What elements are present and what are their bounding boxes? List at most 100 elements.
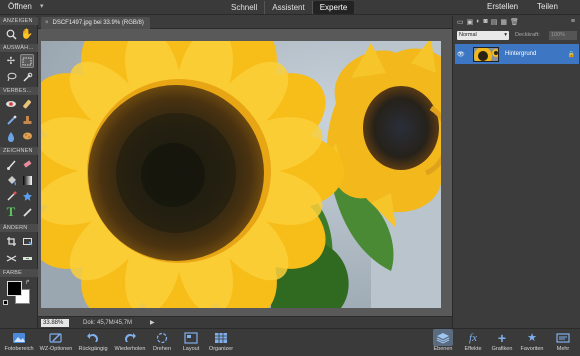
adjustment-layer-icon[interactable]: ◐ <box>476 18 480 25</box>
marquee-tool-icon[interactable] <box>20 54 34 68</box>
document-tab[interactable]: × DSCF1497.jpg bei 33.9% (RGB/8) <box>41 17 150 29</box>
default-colors-icon[interactable] <box>3 300 8 305</box>
tool-options-icon <box>46 329 66 346</box>
zoom-level-field[interactable]: 33.88% <box>41 319 69 327</box>
layer-mask-icon[interactable]: ◙ <box>483 18 487 25</box>
lasso-tool-icon[interactable] <box>4 70 18 84</box>
mode-quick[interactable]: Schnell <box>224 1 266 14</box>
delete-layer-icon[interactable]: 🗑 <box>510 18 519 26</box>
pencil-tool-icon[interactable] <box>20 205 34 219</box>
redo-icon <box>120 329 140 346</box>
document-tab-bar: × DSCF1497.jpg bei 33.9% (RGB/8) <box>38 16 452 29</box>
foreground-color-swatch[interactable] <box>7 281 22 296</box>
layers-label: Ebenen <box>433 346 453 352</box>
content-aware-move-tool-icon[interactable] <box>4 251 18 265</box>
star-icon: ★ <box>527 332 537 344</box>
type-tool-icon[interactable]: T <box>4 204 18 219</box>
layers-toolbar: ▭ ▣ ◐ ◙ ▤ ▦ 🗑 ≡ <box>453 16 580 27</box>
document-size-info: Dok: 45,7M/45,7M <box>83 320 133 326</box>
brush-tool-icon[interactable] <box>4 157 18 171</box>
redo-label: Wiederholen <box>114 346 146 352</box>
blend-mode-value: Normal <box>459 32 477 38</box>
status-bar: 33.88% Dok: 45,7M/45,7M ▶ <box>38 316 452 328</box>
bottom-bar: Fotobereich WZ-Optionen Rückgängig Wiede… <box>0 328 580 356</box>
opacity-label: Deckkraft: <box>515 32 540 38</box>
open-menu[interactable]: Öffnen <box>8 2 32 11</box>
clone-stamp-tool-icon[interactable] <box>20 113 34 127</box>
lock-transparency-icon[interactable]: ▦ <box>500 18 507 26</box>
photo-canvas[interactable] <box>41 41 441 308</box>
organizer-label: Organizer <box>208 346 234 352</box>
section-color: FARBE <box>0 269 38 277</box>
red-eye-tool-icon[interactable] <box>4 97 18 111</box>
document-tab-title: DSCF1497.jpg bei 33.9% (RGB/8) <box>52 20 144 26</box>
straighten-tool-icon[interactable] <box>20 251 34 265</box>
custom-shape-tool-icon[interactable] <box>20 189 34 203</box>
hand-tool-icon[interactable]: ✋ <box>20 27 34 41</box>
opacity-field[interactable]: 100% <box>549 31 577 40</box>
blend-mode-select[interactable]: Normal ▾ <box>457 31 509 40</box>
tool-options-label: WZ-Optionen <box>39 346 73 352</box>
spot-healing-tool-icon[interactable] <box>20 97 34 111</box>
layers-icon <box>433 329 453 346</box>
mode-expert[interactable]: Experte <box>312 1 355 14</box>
graphics-label: Grafiken <box>491 346 513 352</box>
photo-bin-label: Fotobereich <box>4 346 34 352</box>
tool-options-button[interactable]: WZ-Optionen <box>37 329 75 356</box>
section-draw: ZEICHNEN <box>0 147 38 155</box>
tools-panel: ANZEIGEN ✋ AUSWÄH... ✢ VERBES... ZEICHNE… <box>0 16 38 328</box>
undo-button[interactable]: Rückgängig <box>76 329 110 356</box>
panel-menu-icon[interactable]: ≡ <box>571 18 575 25</box>
graphics-button[interactable]: + Grafiken <box>490 329 514 356</box>
favorites-button[interactable]: ★ Favoriten <box>518 329 546 356</box>
mode-guided[interactable]: Assistent <box>265 1 313 14</box>
redo-button[interactable]: Wiederholen <box>112 329 148 356</box>
photo-bin-button[interactable]: Fotobereich <box>3 329 35 356</box>
organizer-button[interactable]: Organizer <box>206 329 236 356</box>
status-menu-arrow-icon[interactable]: ▶ <box>150 319 155 327</box>
sponge-tool-icon[interactable] <box>20 129 34 143</box>
layers-panel: ▭ ▣ ◐ ◙ ▤ ▦ 🗑 ≡ Normal ▾ Deckkraft: 100%… <box>452 16 580 328</box>
create-menu[interactable]: Erstellen <box>487 2 518 11</box>
paint-bucket-tool-icon[interactable] <box>4 173 18 187</box>
new-group-icon[interactable]: ▣ <box>467 18 474 26</box>
recompose-tool-icon[interactable] <box>20 234 34 248</box>
more-menu-icon <box>553 329 573 346</box>
new-layer-icon[interactable]: ▭ <box>457 18 464 26</box>
plus-icon: + <box>497 329 507 346</box>
sunflower-photo <box>41 41 441 308</box>
rotate-icon <box>152 329 172 346</box>
swap-colors-icon[interactable]: ↱ <box>25 279 30 286</box>
open-caret-icon[interactable]: ▾ <box>40 2 44 10</box>
chevron-down-icon: ▾ <box>504 32 507 38</box>
effects-button[interactable]: fx Effekte <box>462 329 484 356</box>
close-tab-icon[interactable]: × <box>45 20 49 26</box>
section-view: ANZEIGEN <box>0 17 38 25</box>
more-button[interactable]: Mehr <box>552 329 574 356</box>
share-menu[interactable]: Teilen <box>537 2 558 11</box>
eraser-tool-icon[interactable] <box>20 157 34 171</box>
section-modify: ÄNDERN <box>0 224 38 232</box>
layout-button[interactable]: Layout <box>180 329 202 356</box>
top-bar: Öffnen ▾ Schnell Assistent Experte Erste… <box>0 0 580 15</box>
lock-all-icon[interactable]: ▤ <box>491 18 498 26</box>
color-picker-tool-icon[interactable] <box>4 189 18 203</box>
section-select: AUSWÄH... <box>0 44 38 52</box>
zoom-tool-icon[interactable] <box>4 27 18 41</box>
quick-selection-tool-icon[interactable] <box>20 70 34 84</box>
smart-brush-tool-icon[interactable] <box>4 113 18 127</box>
layout-label: Layout <box>182 346 200 352</box>
layout-icon <box>181 329 201 346</box>
layer-row[interactable]: 👁 Hintergrund 🔒 <box>455 44 579 64</box>
rotate-button[interactable]: Drehen <box>150 329 174 356</box>
rotate-label: Drehen <box>152 346 172 352</box>
visibility-eye-icon[interactable]: 👁 <box>455 51 465 58</box>
layers-button[interactable]: Ebenen <box>432 329 454 356</box>
move-tool-icon[interactable]: ✢ <box>4 54 18 68</box>
organizer-icon <box>211 329 231 346</box>
gradient-tool-icon[interactable] <box>20 173 34 187</box>
layer-lock-icon: 🔒 <box>567 51 575 58</box>
blur-tool-icon[interactable] <box>4 129 18 143</box>
fx-icon: fx <box>469 331 477 344</box>
crop-tool-icon[interactable] <box>4 234 18 248</box>
